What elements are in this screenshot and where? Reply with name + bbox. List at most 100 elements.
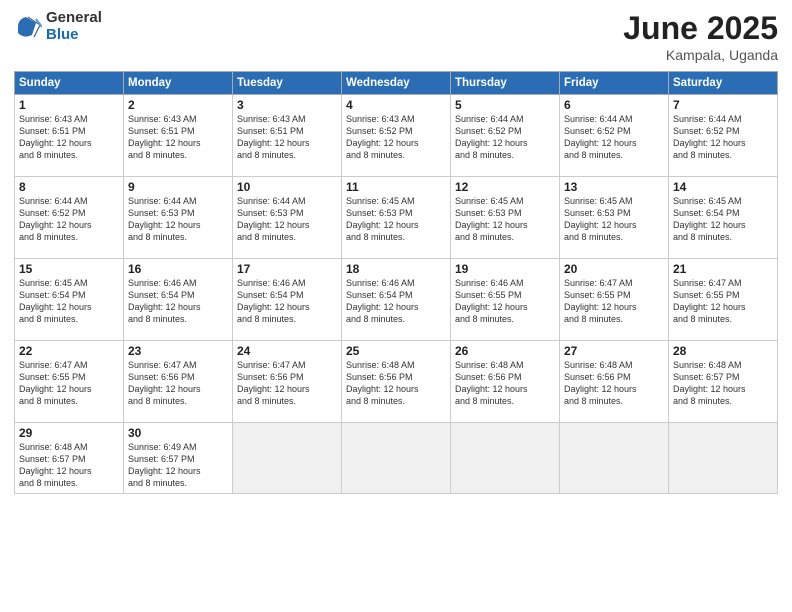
day-number: 12 xyxy=(455,180,555,194)
day-info: Sunrise: 6:47 AMSunset: 6:55 PMDaylight:… xyxy=(564,277,664,326)
table-row: 17Sunrise: 6:46 AMSunset: 6:54 PMDayligh… xyxy=(233,259,342,341)
table-row: 22Sunrise: 6:47 AMSunset: 6:55 PMDayligh… xyxy=(15,341,124,423)
table-row: 9Sunrise: 6:44 AMSunset: 6:53 PMDaylight… xyxy=(124,177,233,259)
table-row: 4Sunrise: 6:43 AMSunset: 6:52 PMDaylight… xyxy=(342,95,451,177)
day-info: Sunrise: 6:44 AMSunset: 6:52 PMDaylight:… xyxy=(19,195,119,244)
day-number: 8 xyxy=(19,180,119,194)
day-number: 27 xyxy=(564,344,664,358)
day-number: 28 xyxy=(673,344,773,358)
day-info: Sunrise: 6:46 AMSunset: 6:55 PMDaylight:… xyxy=(455,277,555,326)
day-number: 14 xyxy=(673,180,773,194)
calendar-week-row: 15Sunrise: 6:45 AMSunset: 6:54 PMDayligh… xyxy=(15,259,778,341)
table-row: 14Sunrise: 6:45 AMSunset: 6:54 PMDayligh… xyxy=(669,177,778,259)
table-row: 26Sunrise: 6:48 AMSunset: 6:56 PMDayligh… xyxy=(451,341,560,423)
day-info: Sunrise: 6:44 AMSunset: 6:53 PMDaylight:… xyxy=(237,195,337,244)
day-info: Sunrise: 6:46 AMSunset: 6:54 PMDaylight:… xyxy=(128,277,228,326)
col-thursday: Thursday xyxy=(451,72,560,95)
day-info: Sunrise: 6:43 AMSunset: 6:51 PMDaylight:… xyxy=(128,113,228,162)
table-row: 24Sunrise: 6:47 AMSunset: 6:56 PMDayligh… xyxy=(233,341,342,423)
table-row xyxy=(233,423,342,494)
day-number: 13 xyxy=(564,180,664,194)
table-row: 6Sunrise: 6:44 AMSunset: 6:52 PMDaylight… xyxy=(560,95,669,177)
day-info: Sunrise: 6:48 AMSunset: 6:57 PMDaylight:… xyxy=(19,441,119,490)
table-row: 5Sunrise: 6:44 AMSunset: 6:52 PMDaylight… xyxy=(451,95,560,177)
day-number: 25 xyxy=(346,344,446,358)
day-number: 3 xyxy=(237,98,337,112)
table-row xyxy=(560,423,669,494)
day-number: 6 xyxy=(564,98,664,112)
table-row: 20Sunrise: 6:47 AMSunset: 6:55 PMDayligh… xyxy=(560,259,669,341)
day-info: Sunrise: 6:47 AMSunset: 6:55 PMDaylight:… xyxy=(673,277,773,326)
table-row: 21Sunrise: 6:47 AMSunset: 6:55 PMDayligh… xyxy=(669,259,778,341)
day-info: Sunrise: 6:45 AMSunset: 6:54 PMDaylight:… xyxy=(673,195,773,244)
day-number: 11 xyxy=(346,180,446,194)
table-row: 18Sunrise: 6:46 AMSunset: 6:54 PMDayligh… xyxy=(342,259,451,341)
day-number: 26 xyxy=(455,344,555,358)
table-row: 29Sunrise: 6:48 AMSunset: 6:57 PMDayligh… xyxy=(15,423,124,494)
day-info: Sunrise: 6:47 AMSunset: 6:56 PMDaylight:… xyxy=(128,359,228,408)
day-number: 2 xyxy=(128,98,228,112)
table-row: 13Sunrise: 6:45 AMSunset: 6:53 PMDayligh… xyxy=(560,177,669,259)
day-number: 18 xyxy=(346,262,446,276)
table-row: 27Sunrise: 6:48 AMSunset: 6:56 PMDayligh… xyxy=(560,341,669,423)
day-number: 19 xyxy=(455,262,555,276)
table-row: 8Sunrise: 6:44 AMSunset: 6:52 PMDaylight… xyxy=(15,177,124,259)
table-row xyxy=(342,423,451,494)
calendar-week-row: 8Sunrise: 6:44 AMSunset: 6:52 PMDaylight… xyxy=(15,177,778,259)
day-info: Sunrise: 6:44 AMSunset: 6:52 PMDaylight:… xyxy=(564,113,664,162)
day-number: 24 xyxy=(237,344,337,358)
logo-icon xyxy=(14,13,42,41)
col-saturday: Saturday xyxy=(669,72,778,95)
table-row: 10Sunrise: 6:44 AMSunset: 6:53 PMDayligh… xyxy=(233,177,342,259)
logo-text: General Blue xyxy=(46,10,102,43)
table-row: 16Sunrise: 6:46 AMSunset: 6:54 PMDayligh… xyxy=(124,259,233,341)
day-number: 20 xyxy=(564,262,664,276)
day-info: Sunrise: 6:48 AMSunset: 6:57 PMDaylight:… xyxy=(673,359,773,408)
day-info: Sunrise: 6:46 AMSunset: 6:54 PMDaylight:… xyxy=(346,277,446,326)
day-number: 16 xyxy=(128,262,228,276)
day-info: Sunrise: 6:48 AMSunset: 6:56 PMDaylight:… xyxy=(564,359,664,408)
table-row xyxy=(451,423,560,494)
day-info: Sunrise: 6:46 AMSunset: 6:54 PMDaylight:… xyxy=(237,277,337,326)
day-info: Sunrise: 6:45 AMSunset: 6:53 PMDaylight:… xyxy=(346,195,446,244)
table-row: 2Sunrise: 6:43 AMSunset: 6:51 PMDaylight… xyxy=(124,95,233,177)
day-info: Sunrise: 6:43 AMSunset: 6:52 PMDaylight:… xyxy=(346,113,446,162)
col-monday: Monday xyxy=(124,72,233,95)
table-row: 23Sunrise: 6:47 AMSunset: 6:56 PMDayligh… xyxy=(124,341,233,423)
table-row: 1Sunrise: 6:43 AMSunset: 6:51 PMDaylight… xyxy=(15,95,124,177)
day-info: Sunrise: 6:47 AMSunset: 6:56 PMDaylight:… xyxy=(237,359,337,408)
col-friday: Friday xyxy=(560,72,669,95)
day-info: Sunrise: 6:48 AMSunset: 6:56 PMDaylight:… xyxy=(455,359,555,408)
table-row: 11Sunrise: 6:45 AMSunset: 6:53 PMDayligh… xyxy=(342,177,451,259)
table-row: 30Sunrise: 6:49 AMSunset: 6:57 PMDayligh… xyxy=(124,423,233,494)
day-info: Sunrise: 6:48 AMSunset: 6:56 PMDaylight:… xyxy=(346,359,446,408)
day-info: Sunrise: 6:45 AMSunset: 6:53 PMDaylight:… xyxy=(455,195,555,244)
table-row: 25Sunrise: 6:48 AMSunset: 6:56 PMDayligh… xyxy=(342,341,451,423)
day-number: 1 xyxy=(19,98,119,112)
header: General Blue June 2025 Kampala, Uganda xyxy=(14,10,778,63)
day-number: 7 xyxy=(673,98,773,112)
logo-general-text: General xyxy=(46,10,102,27)
day-number: 4 xyxy=(346,98,446,112)
table-row: 7Sunrise: 6:44 AMSunset: 6:52 PMDaylight… xyxy=(669,95,778,177)
day-info: Sunrise: 6:44 AMSunset: 6:52 PMDaylight:… xyxy=(455,113,555,162)
col-sunday: Sunday xyxy=(15,72,124,95)
day-info: Sunrise: 6:49 AMSunset: 6:57 PMDaylight:… xyxy=(128,441,228,490)
table-row xyxy=(669,423,778,494)
day-info: Sunrise: 6:45 AMSunset: 6:54 PMDaylight:… xyxy=(19,277,119,326)
table-row: 12Sunrise: 6:45 AMSunset: 6:53 PMDayligh… xyxy=(451,177,560,259)
calendar-week-row: 29Sunrise: 6:48 AMSunset: 6:57 PMDayligh… xyxy=(15,423,778,494)
day-number: 10 xyxy=(237,180,337,194)
day-number: 21 xyxy=(673,262,773,276)
location: Kampala, Uganda xyxy=(623,47,778,63)
col-wednesday: Wednesday xyxy=(342,72,451,95)
title-block: June 2025 Kampala, Uganda xyxy=(623,10,778,63)
day-info: Sunrise: 6:43 AMSunset: 6:51 PMDaylight:… xyxy=(237,113,337,162)
calendar-table: Sunday Monday Tuesday Wednesday Thursday… xyxy=(14,71,778,494)
day-info: Sunrise: 6:45 AMSunset: 6:53 PMDaylight:… xyxy=(564,195,664,244)
calendar-week-row: 1 Sunrise: 6:43 AMSunset: 6:51 PMDaylight… xyxy=(15,95,778,177)
table-row: 28Sunrise: 6:48 AMSunset: 6:57 PMDayligh… xyxy=(669,341,778,423)
col-tuesday: Tuesday xyxy=(233,72,342,95)
day-info: Sunrise: 6:47 AMSunset: 6:55 PMDaylight:… xyxy=(19,359,119,408)
logo-blue-text: Blue xyxy=(46,27,102,44)
